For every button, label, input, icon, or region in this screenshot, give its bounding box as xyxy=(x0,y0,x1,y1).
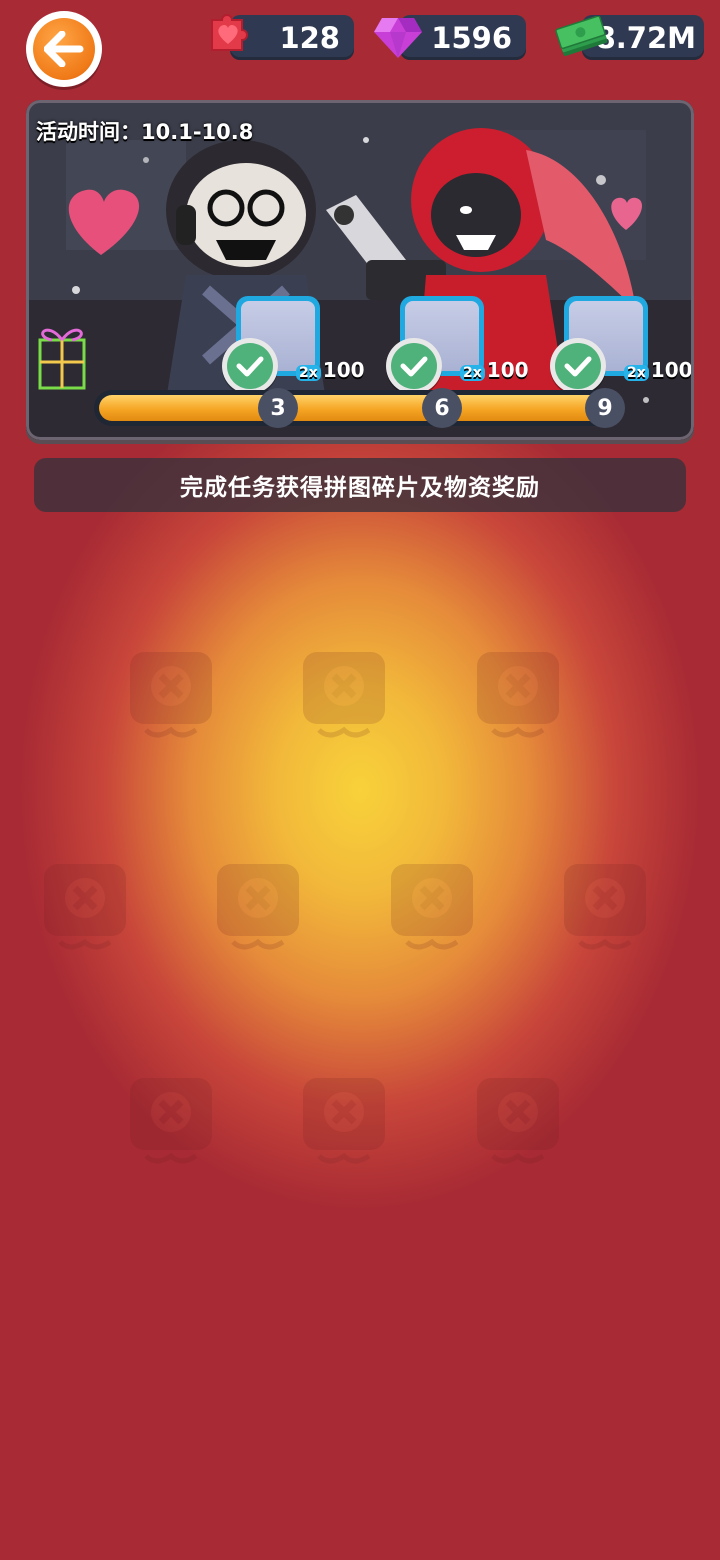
arrow-left-icon xyxy=(44,31,84,67)
event-banner: 活动时间：10.1-10.8 2x 100 2x 100 2x 100 3 6 9 xyxy=(26,100,694,440)
reward-amount: 100 xyxy=(322,358,365,382)
progress-fill xyxy=(99,395,619,421)
reward-quantity: 2x 100 xyxy=(460,358,529,382)
reward-multiplier: 2x xyxy=(460,365,485,381)
event-time: 活动时间：10.1-10.8 xyxy=(36,120,254,144)
back-button[interactable] xyxy=(26,11,102,87)
heart-puzzle-icon xyxy=(211,14,248,51)
claimed-check-icon xyxy=(550,338,606,394)
gem-icon xyxy=(374,18,422,58)
reward-multiplier: 2x xyxy=(624,365,649,381)
reward-multiplier: 2x xyxy=(296,365,321,381)
medkit-watermark-icon xyxy=(391,864,473,950)
medkit-watermark-icon xyxy=(564,864,646,950)
gem-count: 1596 xyxy=(431,20,512,55)
medkit-watermark-icon xyxy=(477,652,559,738)
medkit-watermark-icon xyxy=(130,652,212,738)
medkit-watermark-icon xyxy=(44,864,126,950)
medkit-watermark-icon xyxy=(303,652,385,738)
milestone-marker: 6 xyxy=(422,388,462,428)
progress-bar xyxy=(94,390,624,426)
milestone-marker: 9 xyxy=(585,388,625,428)
cash-stack-icon xyxy=(555,16,608,56)
reward-quantity: 2x 100 xyxy=(296,358,365,382)
medkit-watermark-icon xyxy=(303,1078,385,1164)
puzzle-count: 128 xyxy=(279,20,340,55)
milestone-marker: 3 xyxy=(258,388,298,428)
medkit-watermark-icon xyxy=(477,1078,559,1164)
task-description-banner: 完成任务获得拼图碎片及物资奖励 xyxy=(34,458,686,512)
reward-amount: 100 xyxy=(650,358,693,382)
medkit-watermark-icon xyxy=(130,1078,212,1164)
reward-amount: 100 xyxy=(486,358,529,382)
medkit-watermark-icon xyxy=(217,864,299,950)
claimed-check-icon xyxy=(222,338,278,394)
claimed-check-icon xyxy=(386,338,442,394)
reward-quantity: 2x 100 xyxy=(624,358,693,382)
